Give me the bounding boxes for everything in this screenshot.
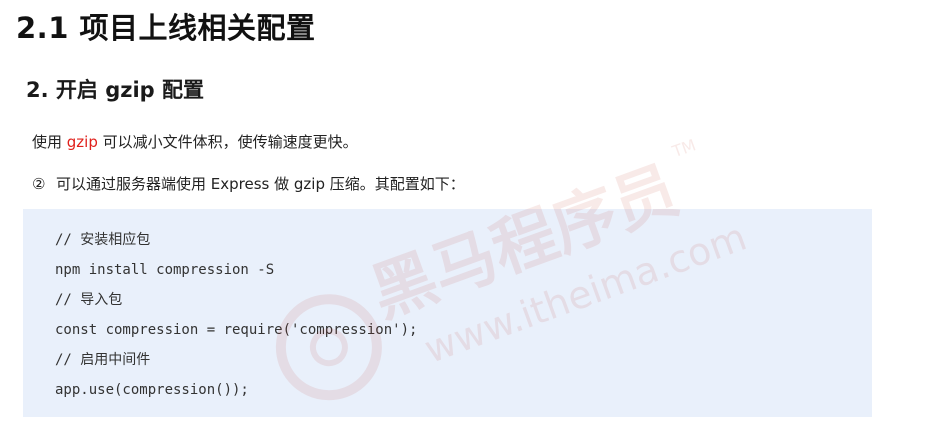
intro-paragraph: 使用 gzip 可以减小文件体积，使传输速度更快。 [32, 130, 358, 154]
gzip-keyword: gzip [66, 133, 98, 151]
section-title: 2.1 项目上线相关配置 [16, 11, 316, 45]
step-number: ② [32, 175, 46, 193]
code-comment-enable: // 启用中间件 [55, 352, 151, 368]
subsection-title: 2. 开启 gzip 配置 [26, 78, 205, 102]
code-line-install: npm install compression -S [55, 262, 275, 278]
code-block: // 安装相应包 npm install compression -S // 导… [23, 209, 872, 417]
intro-suffix: 可以减小文件体积，使传输速度更快。 [97, 133, 358, 151]
watermark-trademark: TM [669, 135, 699, 161]
code-comment-import: // 导入包 [55, 292, 123, 308]
code-line-enable: app.use(compression()); [55, 382, 249, 398]
code-comment-install: // 安装相应包 [55, 232, 151, 248]
step-text: 可以通过服务器端使用 Express 做 gzip 压缩。其配置如下： [56, 175, 465, 193]
step-item: ② 可以通过服务器端使用 Express 做 gzip 压缩。其配置如下： [32, 172, 465, 196]
intro-prefix: 使用 [32, 133, 67, 151]
code-line-import: const compression = require('compression… [55, 322, 418, 338]
